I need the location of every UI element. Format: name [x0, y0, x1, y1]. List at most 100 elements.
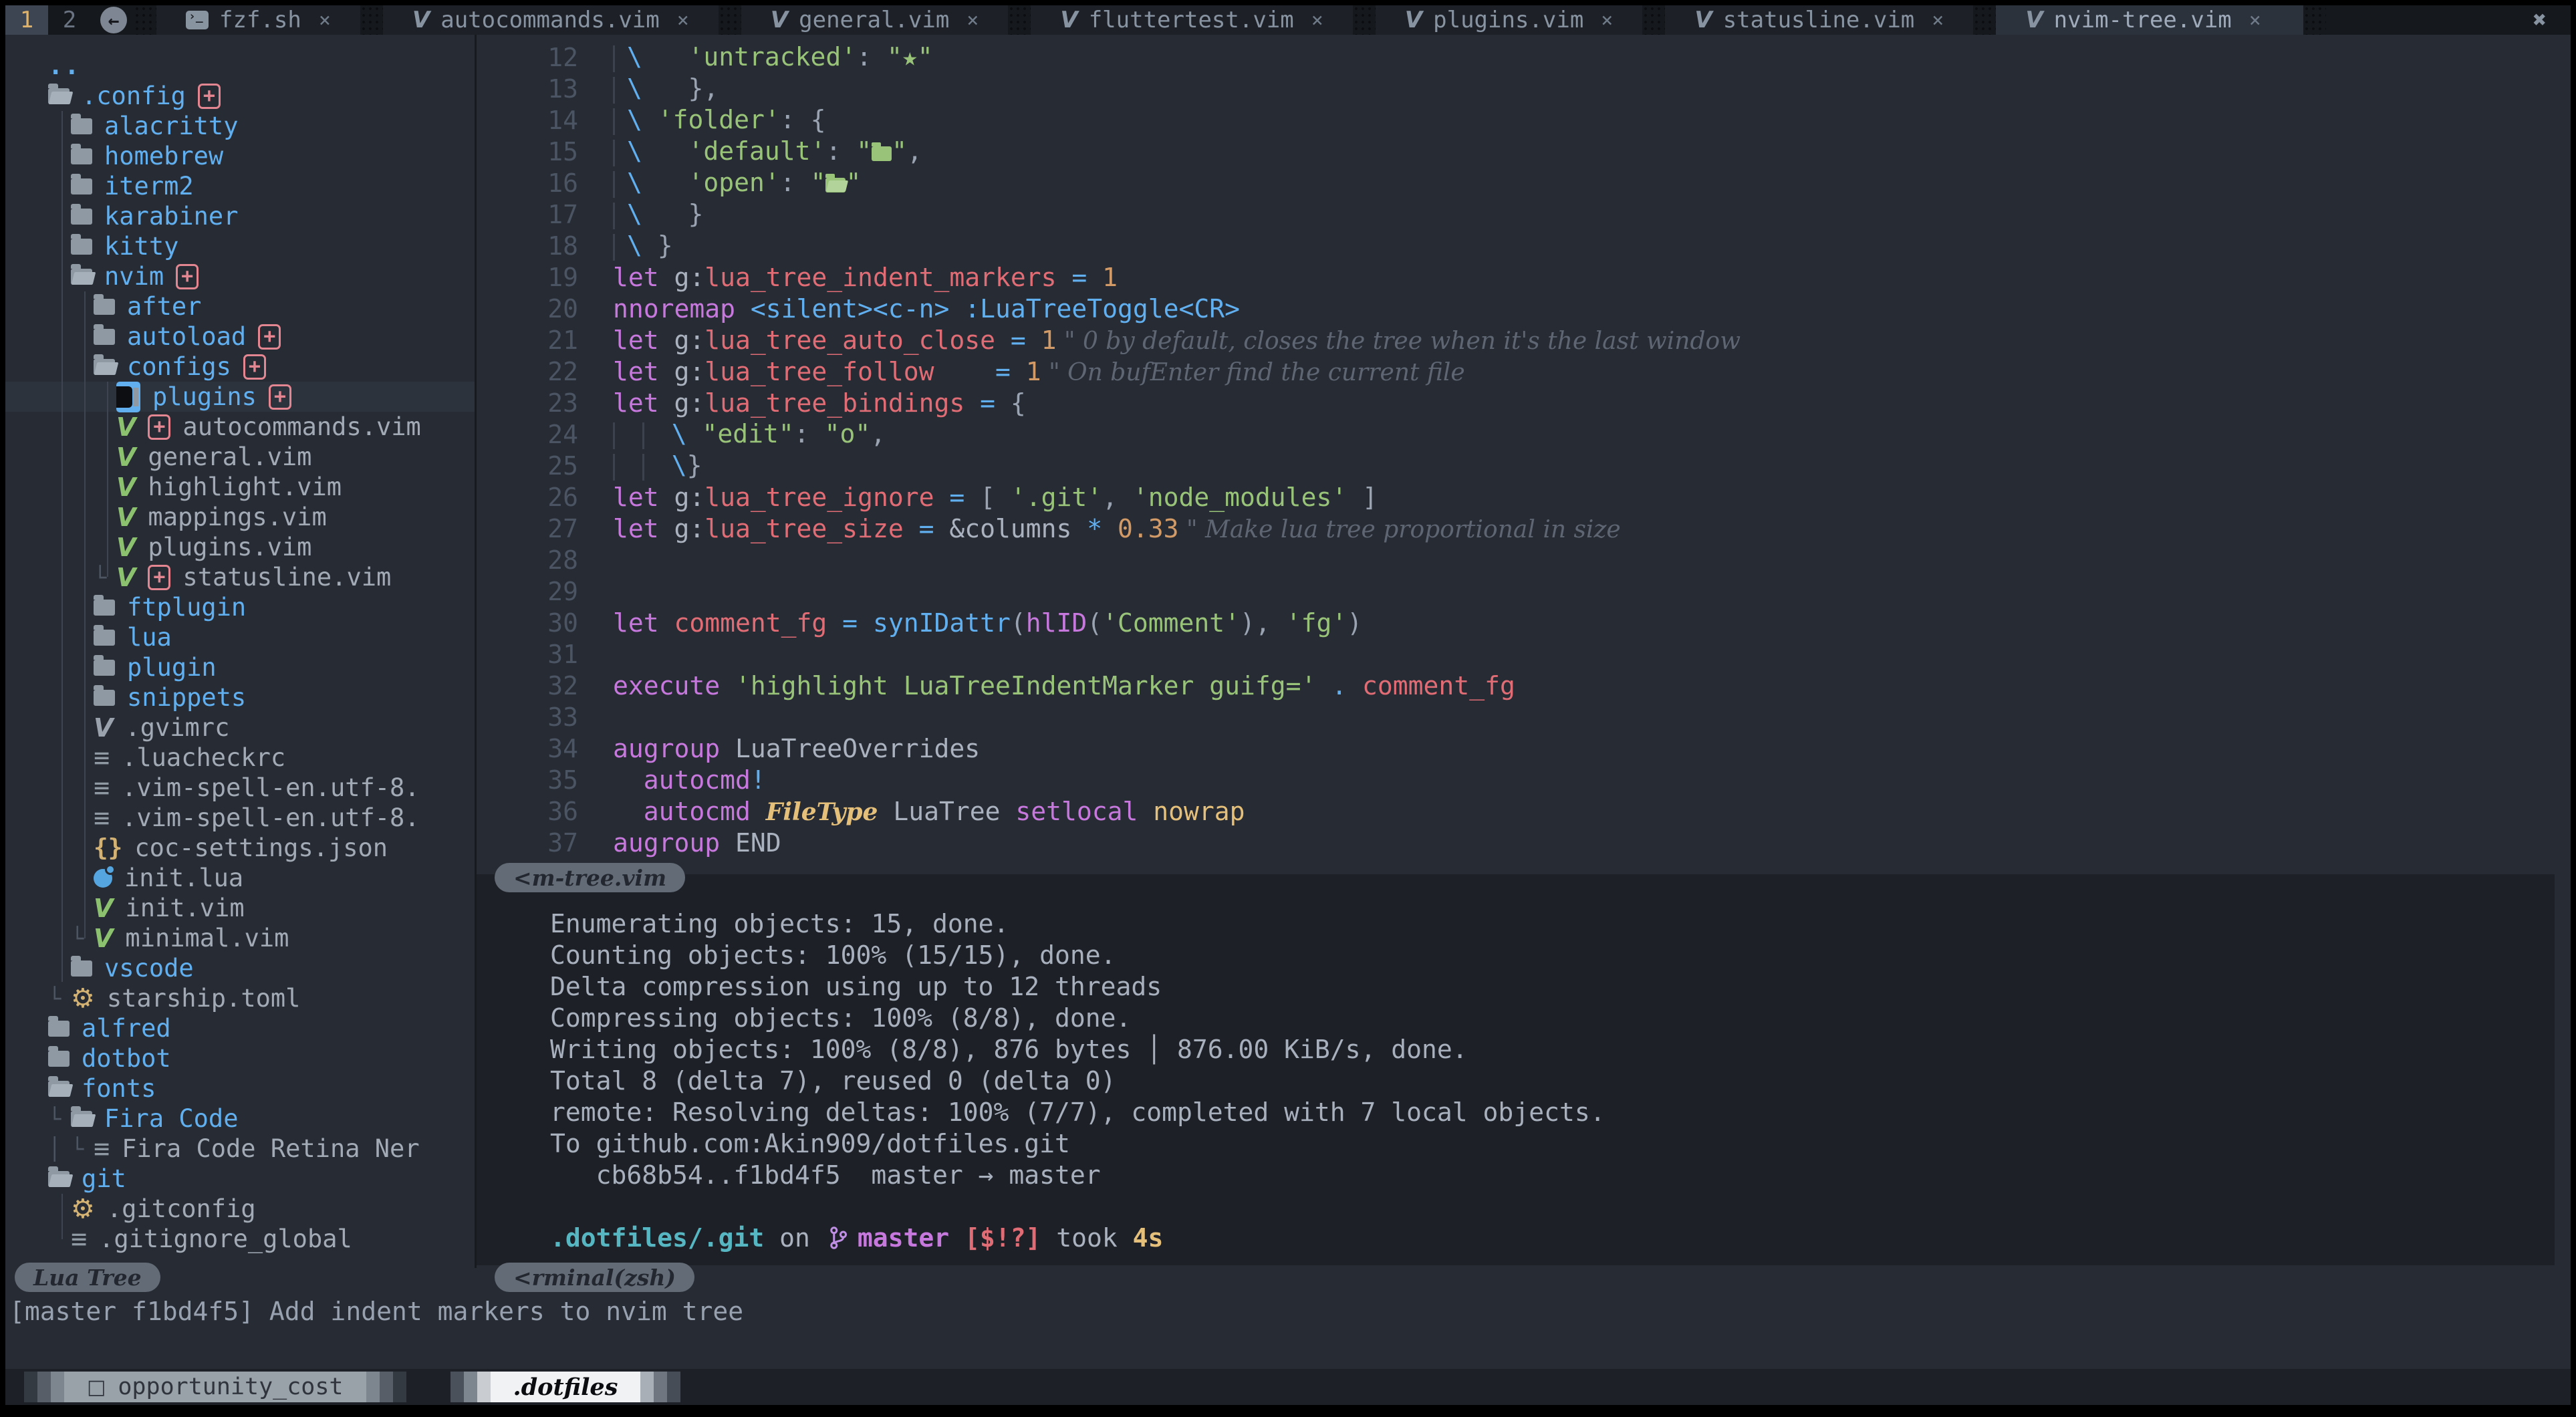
- code-token: [642, 136, 688, 166]
- line-number: 36: [477, 797, 597, 826]
- tree-indent: [5, 637, 94, 638]
- tab-close-icon[interactable]: ×: [319, 9, 331, 32]
- tab-plugins.vim[interactable]: Vplugins.vim×: [1376, 5, 1643, 35]
- tab-close-icon[interactable]: ×: [1601, 9, 1613, 32]
- tree-item[interactable]: snippets: [5, 682, 475, 713]
- tab-autocommands.vim[interactable]: Vautocommands.vim×: [383, 5, 719, 35]
- tab-fzf.sh[interactable]: fzf.sh×: [156, 5, 360, 35]
- tab-general.vim[interactable]: Vgeneral.vim×: [741, 5, 1009, 35]
- code-token: 'fg': [1286, 608, 1347, 638]
- tree-item[interactable]: └⚙starship.toml: [5, 983, 475, 1013]
- tab-separator: [719, 5, 741, 35]
- tree-item[interactable]: Vhighlight.vim: [5, 472, 475, 502]
- tmux-window-opportunity-cost[interactable]: □opportunity_cost: [24, 1372, 406, 1402]
- tree-item[interactable]: configs+: [5, 352, 475, 382]
- close-all-icon[interactable]: ✖: [2509, 5, 2571, 35]
- code-token: comment_fg: [674, 608, 827, 638]
- line-code: autocmd!: [613, 765, 766, 795]
- tree-item-icon-wrap: V: [94, 894, 113, 923]
- editor-line: 17\ }: [477, 199, 2571, 230]
- code-token: .dotfiles/.git: [550, 1223, 764, 1253]
- code-token: :: [780, 168, 811, 197]
- tmux-window-label[interactable]: □opportunity_cost: [64, 1372, 366, 1402]
- tree-item[interactable]: nvim+: [5, 261, 475, 291]
- tab-close-icon[interactable]: ×: [1311, 9, 1323, 32]
- tree-item[interactable]: autoload+: [5, 321, 475, 352]
- tree-item[interactable]: ≡.vim-spell-en.utf-8.: [5, 773, 475, 803]
- tree-item[interactable]: └Fira Code: [5, 1104, 475, 1134]
- terminal-split[interactable]: Enumerating objects: 15, done.Counting o…: [477, 874, 2555, 1265]
- tree-item[interactable]: alacritty: [5, 111, 475, 141]
- git-new-badge: +: [148, 414, 170, 440]
- tree-item[interactable]: ..: [5, 51, 475, 81]
- tree-item[interactable]: Vmappings.vim: [5, 502, 475, 532]
- tree-item[interactable]: dotbot: [5, 1043, 475, 1073]
- tree-indent-guide: [107, 382, 108, 577]
- tree-item[interactable]: ≡.vim-spell-en.utf-8.: [5, 803, 475, 833]
- tmux-window-number[interactable]: 1: [5, 5, 48, 35]
- tree-item[interactable]: └V+statusline.vim: [5, 562, 475, 592]
- tree-item[interactable]: after: [5, 291, 475, 321]
- tree-item[interactable]: ⚙.gitconfig: [5, 1194, 475, 1224]
- tree-item[interactable]: kitty: [5, 231, 475, 261]
- tree-item[interactable]: V+autocommands.vim: [5, 412, 475, 442]
- tabline-fill: [2326, 5, 2508, 35]
- tree-item[interactable]: lua: [5, 622, 475, 652]
- tmux-window-dotfiles[interactable]: .dotfiles: [450, 1372, 681, 1402]
- code-token: let: [613, 263, 674, 292]
- tree-item[interactable]: ftplugin: [5, 592, 475, 622]
- tree-item[interactable]: fonts: [5, 1073, 475, 1104]
- tree-item[interactable]: {}coc-settings.json: [5, 833, 475, 863]
- tab-fluttertest.vim[interactable]: Vfluttertest.vim×: [1031, 5, 1352, 35]
- tab-close-icon[interactable]: ×: [2249, 9, 2261, 32]
- tab-close-icon[interactable]: ×: [967, 9, 979, 32]
- tree-item-icon-wrap: [94, 329, 115, 345]
- tree-item[interactable]: V.gvimrc: [5, 713, 475, 743]
- code-token: [613, 171, 627, 198]
- code-token: augroup: [613, 734, 735, 763]
- tree-item[interactable]: plugins+: [5, 382, 475, 412]
- line-number: 23: [477, 388, 597, 418]
- tree-item[interactable]: └Vminimal.vim: [5, 923, 475, 953]
- tree-item[interactable]: iterm2: [5, 171, 475, 201]
- tree-item-name: statusline.vim: [182, 563, 391, 592]
- prompt-cursor-line[interactable]: ›: [550, 1255, 2555, 1286]
- tree-item[interactable]: karabiner: [5, 201, 475, 231]
- tab-close-icon[interactable]: ×: [1932, 9, 1944, 32]
- back-arrow-icon[interactable]: ←: [100, 7, 127, 33]
- tree-item[interactable]: Vinit.vim: [5, 893, 475, 923]
- tree-item[interactable]: init.lua: [5, 863, 475, 893]
- terminal-icon: [186, 11, 209, 29]
- folder-open-icon: [71, 269, 92, 285]
- tree-item[interactable]: Vgeneral.vim: [5, 442, 475, 472]
- tree-item[interactable]: plugin: [5, 652, 475, 682]
- folder-icon: [48, 1051, 70, 1067]
- tree-item[interactable]: ≡.luacheckrc: [5, 743, 475, 773]
- code-token: lua_tree_indent_markers: [704, 263, 1056, 292]
- code-token: let: [613, 514, 674, 543]
- vim-file-icon: V: [94, 713, 113, 743]
- tree-item[interactable]: git: [5, 1164, 475, 1194]
- tree-item[interactable]: alfred: [5, 1013, 475, 1043]
- tree-item[interactable]: .config+: [5, 81, 475, 111]
- tmux-window-label[interactable]: .dotfiles: [491, 1372, 641, 1402]
- tree-item[interactable]: vscode: [5, 953, 475, 983]
- tree-item-name: plugin: [127, 653, 217, 682]
- tree-item[interactable]: homebrew: [5, 141, 475, 171]
- line-code: nnoremap <silent><c-n> :LuaTreeToggle<CR…: [613, 294, 1240, 324]
- tmux-window-number[interactable]: 2: [48, 5, 91, 35]
- tab-separator: [2303, 5, 2326, 35]
- code-token: 'highlight LuaTreeIndentMarker guifg=': [735, 671, 1316, 700]
- tree-item[interactable]: ≡.gitignore_global: [5, 1224, 475, 1254]
- tab-statusline.vim[interactable]: Vstatusline.vim×: [1665, 5, 1973, 35]
- line-code: \ }: [613, 199, 703, 229]
- folder-icon: [71, 239, 92, 255]
- tab-close-icon[interactable]: ×: [677, 9, 689, 32]
- tree-item[interactable]: │└≡Fira Code Retina Ner: [5, 1134, 475, 1164]
- tree-item[interactable]: Vplugins.vim: [5, 532, 475, 562]
- code-token: FileType: [766, 798, 878, 826]
- tab-nvim-tree.vim[interactable]: Vnvim-tree.vim×: [1996, 5, 2303, 35]
- editor-window[interactable]: 12\ 'untracked': "★"13\ },14\ 'folder': …: [477, 35, 2571, 874]
- code-comment: " 0 by default, closes the tree when it'…: [1057, 328, 1741, 355]
- code-token: 0.33: [1118, 514, 1179, 543]
